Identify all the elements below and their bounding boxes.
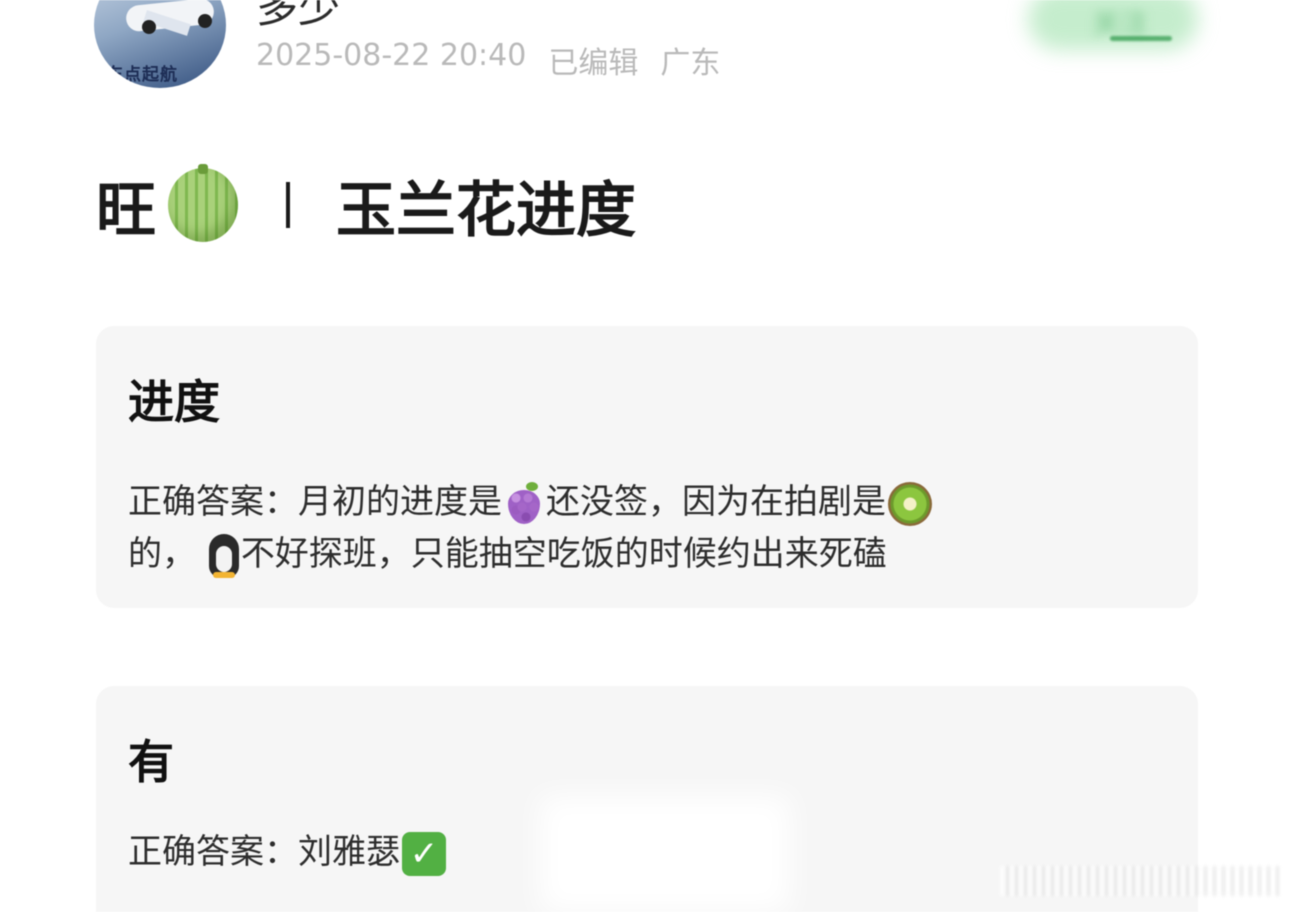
card-text: 的，: [128, 534, 196, 574]
card-text: 正确答案：月初的进度是: [128, 482, 502, 522]
title-main: 玉兰花进度: [336, 175, 636, 246]
card-text: 还没签，因为在拍剧是: [546, 482, 886, 522]
follow-button-underline: [1110, 36, 1172, 41]
answer-card-progress: 进度 正确答案：月初的进度是 还没签，因为在拍剧是的， 不好探班，只能抽空吃饭的时…: [96, 326, 1198, 608]
avatar-caption: 东点起航: [106, 65, 178, 85]
title-prefix: 旺: [96, 175, 156, 246]
card-heading: 进度: [128, 375, 220, 429]
avatar[interactable]: 东点起航: [94, 0, 226, 88]
edited-label: 已编辑: [548, 46, 639, 81]
post-location: 广东: [660, 46, 721, 81]
penguin-icon: [208, 533, 239, 578]
airplane-engine: [198, 14, 212, 28]
airplane-engine: [142, 20, 156, 34]
card-text: 正确答案：刘雅瑟: [128, 832, 400, 872]
grapes-icon: [504, 481, 544, 526]
card-heading: 有: [128, 735, 174, 789]
card-body: 正确答案：月初的进度是 还没签，因为在拍剧是的， 不好探班，只能抽空吃饭的时候约出…: [128, 476, 1168, 580]
post-page: 东点起航 多少 2025-08-22 20:40 已编辑 广东 关注 旺 玉兰花…: [0, 0, 1290, 912]
melon-icon: [168, 164, 238, 242]
post-title: 旺 玉兰花进度: [96, 160, 636, 250]
kiwi-icon: [888, 481, 932, 526]
redaction-blur: [540, 796, 790, 912]
watermark: [1000, 866, 1280, 896]
title-divider: [286, 182, 290, 228]
username[interactable]: 多少: [256, 0, 340, 35]
post-timestamp: 2025-08-22 20:40: [256, 38, 527, 73]
post-meta: 2025-08-22 20:40 已编辑 广东: [256, 38, 720, 82]
check-mark-icon: ✓: [402, 831, 446, 876]
card-text: 不好探班，只能抽空吃饭的时候约出来死磕: [240, 534, 887, 574]
